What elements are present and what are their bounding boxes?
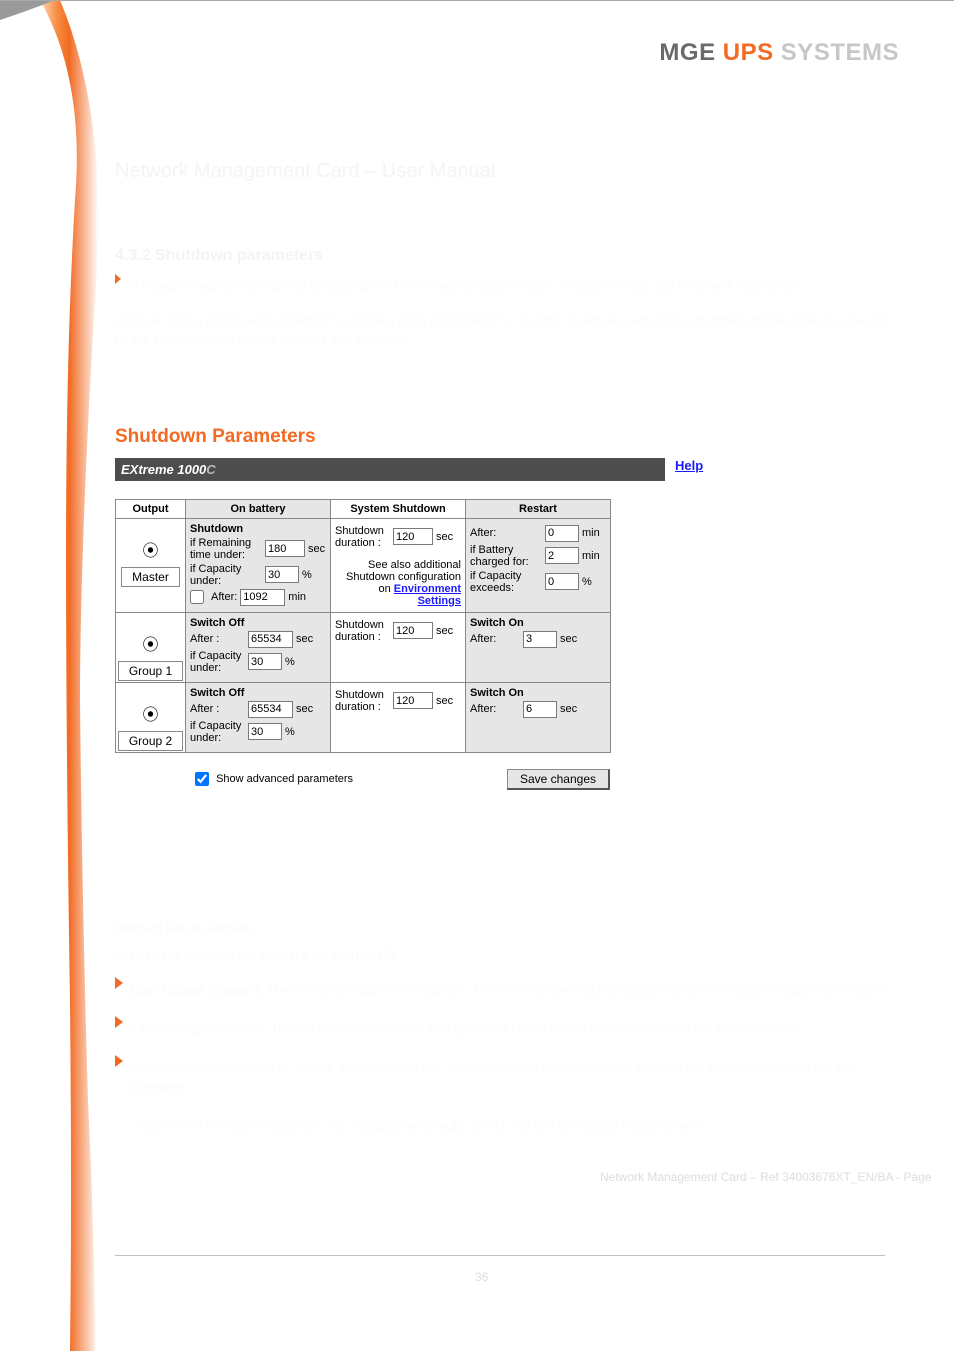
master-restart-cap-unit: % — [582, 576, 592, 588]
on-battery-column-heading: On battery column: parameters for Switch… — [115, 946, 895, 965]
g2-switchoff-label: Switch Off — [190, 687, 326, 699]
master-after-unit: min — [288, 591, 306, 603]
master-if-capacity-label: if Capacity under: — [190, 563, 262, 587]
section-intro: This page enables viewing and configurat… — [127, 277, 801, 296]
bullet-icon — [115, 1016, 123, 1028]
g2-on-after-input[interactable] — [523, 701, 557, 718]
th-restart: Restart — [466, 499, 611, 518]
bullet-icon — [115, 977, 123, 989]
g2-sd-dur-unit: sec — [436, 695, 453, 707]
device-suffix: C — [206, 462, 215, 477]
help-link[interactable]: Help — [675, 458, 703, 473]
row-group1: ⦿ Group 1 Switch Off After : sec if Capa… — [116, 612, 611, 682]
g1-after-input[interactable] — [248, 631, 293, 648]
shutdown-panel: EXtreme 1000C Help Output On battery Sys… — [115, 458, 665, 790]
master-sd-dur-label: Shutdown duration : — [335, 525, 390, 549]
row-master: ⦿ Master Shutdown if Remaining time unde… — [116, 518, 611, 612]
g1-on-after-unit: sec — [560, 633, 577, 645]
g1-switchon-label: Switch On — [470, 617, 606, 629]
g1-after-label: After : — [190, 633, 245, 645]
master-after-input[interactable] — [240, 589, 285, 606]
g1-switchoff-label: Switch Off — [190, 617, 326, 629]
master-restart-cap-label: if Capacity exceeds: — [470, 570, 542, 594]
bullet-icon — [115, 274, 121, 284]
row-group2: ⦿ Group 2 Switch Off After : sec if Capa… — [116, 682, 611, 752]
g2-if-capacity-input[interactable] — [248, 723, 282, 740]
g2-if-capacity-label: if Capacity under: — [190, 720, 245, 744]
g1-if-capacity-input[interactable] — [248, 653, 282, 670]
g1-sd-dur-label: Shutdown duration : — [335, 619, 390, 643]
g1-sd-dur-input[interactable] — [393, 622, 433, 639]
brand-mge: MGE — [659, 39, 715, 66]
g2-sd-dur-input[interactable] — [393, 692, 433, 709]
master-after-checkbox[interactable] — [190, 590, 204, 604]
g2-on-after-label: After: — [470, 703, 520, 715]
master-if-remaining-unit: sec — [308, 543, 325, 555]
bullet-icon — [115, 1055, 123, 1067]
master-if-capacity-unit: % — [302, 569, 312, 581]
master-restart-after-label: After: — [470, 527, 542, 539]
master-restart-cap-input[interactable] — [545, 573, 579, 590]
master-if-remaining-input[interactable] — [265, 540, 305, 557]
panel-title: Shutdown Parameters — [115, 426, 895, 448]
brand-sys: SYSTEMS — [781, 39, 899, 66]
section-heading: 4.3.2 Shutdown parameters — [115, 247, 895, 265]
output-list-label: Output: list of outputs — [115, 920, 895, 939]
plug-icon: ⦿ — [117, 701, 184, 725]
g2-after-input[interactable] — [248, 701, 293, 718]
device-name: EXtreme 1000 — [121, 462, 206, 477]
brand-ups: UPS — [723, 39, 774, 66]
output-master-label: Master — [121, 567, 180, 587]
master-if-remaining-label: if Remaining time under: — [190, 537, 262, 561]
g1-after-unit: sec — [296, 633, 313, 645]
g2-if-capacity-unit: % — [285, 726, 295, 738]
g2-switchon-label: Switch On — [470, 687, 606, 699]
plug-icon: ⦿ — [117, 631, 184, 655]
g2-on-after-unit: sec — [560, 703, 577, 715]
environment-settings-link[interactable]: Environment Settings — [394, 583, 461, 607]
show-advanced-text: Show advanced parameters — [216, 773, 353, 785]
device-bar: EXtreme 1000C — [115, 458, 665, 481]
show-advanced-label[interactable]: Show advanced parameters — [195, 772, 353, 786]
g1-on-after-input[interactable] — [523, 631, 557, 648]
sidebar-curve — [0, 0, 100, 1351]
master-restart-chg-label: if Battery charged for: — [470, 544, 542, 568]
master-if-capacity-input[interactable] — [265, 566, 299, 583]
master-sd-dur-input[interactable] — [393, 528, 433, 545]
bullet-after: After: (from 0 to 99999 seconds, not val… — [137, 1117, 707, 1136]
master-restart-after-input[interactable] — [545, 525, 579, 542]
page-header: MGE UPS SYSTEMS — [0, 0, 954, 70]
master-after-label: After: — [211, 591, 237, 603]
footer-ref: Network Management Card – Ref 34003676XT… — [600, 1170, 932, 1184]
plug-icon: ⦿ — [117, 537, 184, 561]
g1-on-after-label: After: — [470, 633, 520, 645]
section-adv-note: Click on "Show advanced parameters" to d… — [115, 312, 895, 350]
master-shutdown-label: Shutdown — [190, 523, 326, 535]
shutdown-table: Output On battery System Shutdown Restar… — [115, 499, 611, 753]
g1-if-capacity-label: if Capacity under: — [190, 650, 245, 674]
g2-after-label: After : — [190, 703, 245, 715]
th-sys-shutdown: System Shutdown — [331, 499, 466, 518]
master-restart-chg-input[interactable] — [545, 547, 579, 564]
bullet-remaining-time: if Remaining time under: (from 0 to 9999… — [129, 1020, 801, 1039]
g2-after-unit: sec — [296, 703, 313, 715]
g1-sd-dur-unit: sec — [436, 625, 453, 637]
page-number: 36 — [475, 1270, 488, 1284]
output-g1-label: Group 1 — [118, 661, 183, 681]
doc-title: Network Management Card – User Manual — [115, 160, 895, 183]
th-on-battery: On battery — [186, 499, 331, 518]
g2-sd-dur-label: Shutdown duration : — [335, 689, 390, 713]
master-restart-after-unit: min — [582, 527, 600, 539]
master-restart-chg-unit: min — [582, 550, 600, 562]
show-advanced-checkbox[interactable] — [195, 772, 209, 786]
th-output: Output — [116, 499, 186, 518]
g1-if-capacity-unit: % — [285, 656, 295, 668]
master-sd-dur-unit: sec — [436, 531, 453, 543]
save-button[interactable]: Save changes — [507, 769, 610, 790]
footer-rule — [115, 1255, 885, 1256]
brand-logo: MGE UPS SYSTEMS — [659, 39, 899, 67]
output-g2-label: Group 2 — [118, 731, 183, 751]
bullet-capacity-under: if Capacity under: (from 0 to 100%); thi… — [129, 1059, 895, 1097]
bullet-main-output: Main Output (Master): Three criteria tri… — [129, 981, 891, 1000]
